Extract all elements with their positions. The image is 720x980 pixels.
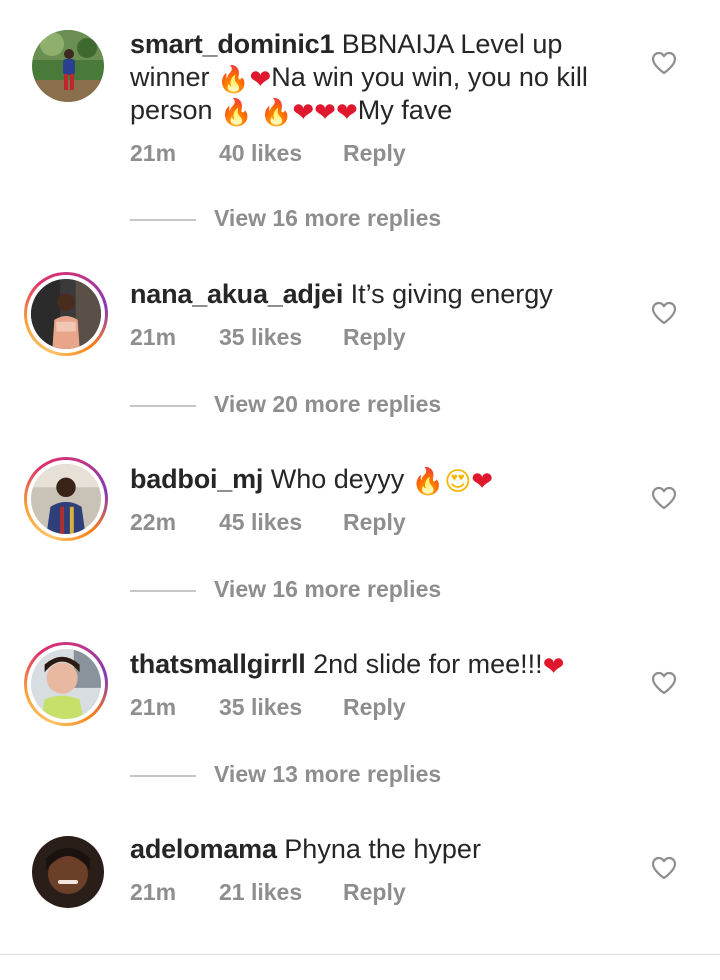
heart-emoji: ❤ [471, 467, 494, 497]
heart-emoji: ❤ [335, 98, 358, 128]
comment-username[interactable]: badboi_mj [130, 464, 263, 494]
heart-emoji: ❤ [249, 65, 272, 95]
comment-text: thatsmallgirrll 2nd slide for mee!!!❤ [130, 648, 630, 681]
comment-likes[interactable]: 45 likes [219, 509, 302, 536]
avatar-photo [32, 30, 104, 102]
avatar[interactable] [24, 272, 108, 356]
comment-username[interactable]: smart_dominic1 [130, 29, 334, 59]
avatar-photo [32, 836, 104, 908]
story-ring [27, 645, 105, 723]
fire-emoji: 🔥 [220, 98, 253, 128]
avatar[interactable] [32, 836, 104, 908]
view-replies-label: View 16 more replies [214, 576, 442, 602]
heart-outline-icon[interactable] [651, 51, 677, 75]
view-replies-button[interactable]: View 16 more replies [130, 205, 530, 235]
fire-emoji: 🔥 [217, 65, 250, 95]
avatar-photo [31, 464, 101, 534]
fire-emoji: 🔥 [259, 98, 293, 128]
heart-emoji: ❤ [542, 652, 565, 682]
story-ring [27, 275, 105, 353]
reply-button[interactable]: Reply [343, 140, 406, 167]
view-replies-button[interactable]: View 16 more replies [130, 576, 530, 606]
avatar-photo [31, 649, 101, 719]
comment-body: Phyna the hyper [284, 834, 481, 864]
reply-button[interactable]: Reply [343, 694, 406, 721]
divider-line [130, 219, 196, 221]
heart-outline-icon[interactable] [651, 856, 677, 880]
comment-likes[interactable]: 21 likes [219, 879, 302, 906]
comment-username[interactable]: adelomama [130, 834, 277, 864]
heart-eyes-emoji: 😍 [444, 467, 472, 497]
divider-line [130, 405, 196, 407]
view-replies-label: View 13 more replies [214, 761, 442, 787]
heart-outline-icon[interactable] [651, 671, 677, 695]
avatar[interactable] [24, 457, 108, 541]
view-replies-label: View 16 more replies [214, 205, 442, 231]
comment-time: 22m [130, 509, 177, 535]
comment-text: adelomama Phyna the hyper [130, 833, 630, 866]
comment-time: 21m [130, 140, 177, 166]
comment-body: Who deyyy [270, 464, 405, 494]
reply-button[interactable]: Reply [343, 879, 406, 906]
heart-emoji: ❤ [314, 98, 336, 128]
reply-button[interactable]: Reply [343, 324, 406, 351]
fire-emoji: 🔥 [411, 467, 445, 497]
comment-time: 21m [130, 694, 177, 720]
comment-likes[interactable]: 35 likes [219, 324, 302, 351]
bottom-divider [0, 954, 720, 955]
view-replies-label: View 20 more replies [214, 391, 442, 417]
avatar-photo [31, 279, 101, 349]
story-ring [27, 460, 105, 538]
comment-body: 2nd slide for mee!!! [313, 649, 543, 679]
comment-body: It’s giving energy [350, 279, 553, 309]
comment-username[interactable]: thatsmallgirrll [130, 649, 306, 679]
divider-line [130, 775, 196, 777]
heart-emoji: ❤ [292, 98, 315, 128]
comment-text: smart_dominic1 BBNAIJA Level up winner 🔥… [130, 28, 630, 127]
comment-time: 21m [130, 324, 177, 350]
comment-likes[interactable]: 35 likes [219, 694, 302, 721]
heart-outline-icon[interactable] [651, 486, 677, 510]
avatar[interactable] [32, 30, 104, 102]
view-replies-button[interactable]: View 13 more replies [130, 761, 530, 791]
comment-likes[interactable]: 40 likes [219, 140, 302, 167]
comment-text: nana_akua_adjei It’s giving energy [130, 278, 630, 311]
view-replies-button[interactable]: View 20 more replies [130, 391, 530, 421]
comment-body-part: My fave [357, 95, 453, 125]
comment-username[interactable]: nana_akua_adjei [130, 279, 343, 309]
reply-button[interactable]: Reply [343, 509, 406, 536]
avatar[interactable] [24, 642, 108, 726]
heart-outline-icon[interactable] [651, 301, 677, 325]
divider-line [130, 590, 196, 592]
comment-time: 21m [130, 879, 177, 905]
comment-text: badboi_mj Who deyyy 🔥😍❤ [130, 463, 630, 496]
